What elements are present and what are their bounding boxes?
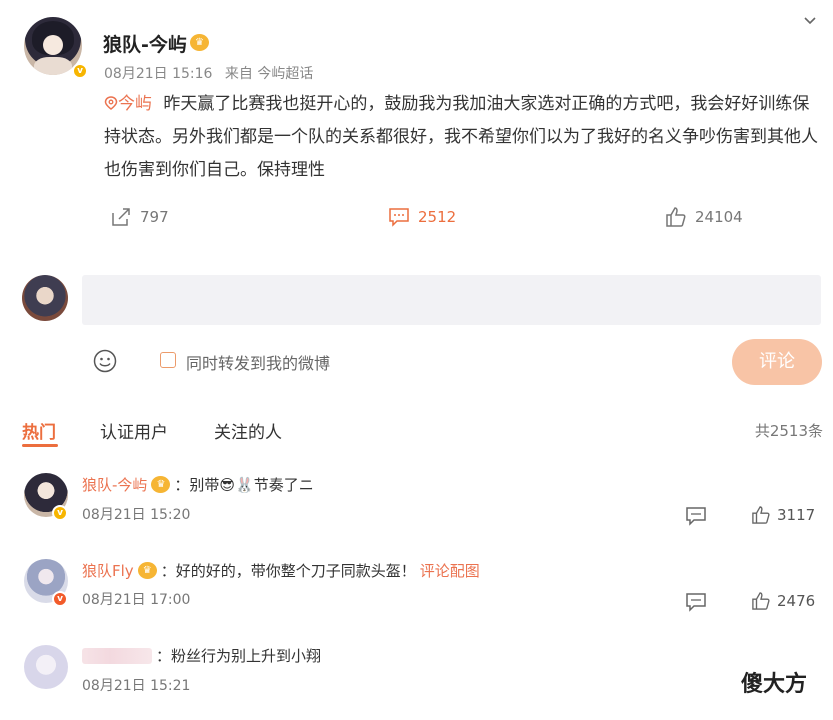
topic-icon bbox=[104, 96, 118, 110]
comment-like-button[interactable]: 2476 bbox=[751, 592, 815, 610]
comment-line: 狼队Fly ♛ ：好的好的，带你整个刀子同款头盔！ 评论配图 bbox=[82, 560, 480, 581]
active-tab-indicator bbox=[22, 444, 58, 447]
repost-icon bbox=[112, 208, 130, 226]
post-time[interactable]: 08月21日 15:16 bbox=[104, 66, 212, 82]
reply-icon[interactable] bbox=[685, 592, 707, 612]
author-name[interactable]: 狼队-今屿 bbox=[103, 30, 187, 57]
like-count: 24104 bbox=[695, 208, 743, 226]
thumbs-up-icon bbox=[752, 592, 770, 610]
comment-text: ：好的好的，带你整个刀子同款头盔！ bbox=[160, 562, 416, 580]
blurred-commenter-name[interactable] bbox=[82, 647, 152, 664]
commenter-name[interactable]: 狼队Fly bbox=[82, 560, 134, 581]
repost-count: 797 bbox=[140, 208, 169, 226]
post-meta: 08月21日 15:16 来自 今屿超话 bbox=[104, 63, 313, 83]
commenter-avatar[interactable] bbox=[24, 645, 68, 689]
comment-total: 共2513条 bbox=[754, 422, 823, 440]
comment-like-count: 2476 bbox=[777, 592, 816, 610]
comment-count: 2512 bbox=[418, 208, 457, 226]
comment-like-count: 3117 bbox=[777, 506, 816, 524]
tab-hot[interactable]: 热门 bbox=[22, 418, 56, 443]
comment-input[interactable] bbox=[82, 275, 821, 325]
crown-badge-icon: ♛ bbox=[151, 476, 171, 493]
comment-time: 08月21日 15:20 bbox=[82, 507, 191, 523]
submit-comment-button[interactable]: 评论 bbox=[732, 339, 822, 385]
post-source[interactable]: 来自 今屿超话 bbox=[225, 66, 313, 82]
comment-line: ：粉丝行为别上升到小翔 bbox=[82, 645, 321, 666]
watermark-text: 傻大方 bbox=[740, 672, 807, 697]
post-content: 今屿 昨天赢了比赛我也挺开心的，鼓励我为我加油大家选对正确的方式吧，我会好好训练… bbox=[104, 88, 819, 187]
comment-time: 08月21日 17:00 bbox=[82, 592, 191, 608]
verified-badge-icon: v bbox=[52, 591, 68, 607]
repost-button[interactable]: 797 bbox=[110, 207, 169, 227]
repost-checkbox-label[interactable]: 同时转发到我的微博 bbox=[186, 350, 330, 374]
verified-badge-icon: v bbox=[52, 505, 68, 521]
crown-badge-icon: ♛ bbox=[190, 34, 209, 51]
comment-like-button[interactable]: 3117 bbox=[751, 506, 815, 524]
chevron-down-icon[interactable] bbox=[803, 14, 817, 28]
tab-following[interactable]: 关注的人 bbox=[214, 418, 282, 443]
like-button[interactable]: 24104 bbox=[665, 207, 743, 227]
comment-image-link[interactable]: 评论配图 bbox=[420, 560, 480, 581]
post-text: 昨天赢了比赛我也挺开心的，鼓励我为我加油大家选对正确的方式吧，我会好好训练保持状… bbox=[104, 94, 818, 180]
reply-icon[interactable] bbox=[685, 506, 707, 526]
comment-time: 08月21日 15:21 bbox=[82, 678, 191, 694]
topic-link[interactable]: 今屿 bbox=[104, 94, 152, 114]
comment-text: ：粉丝行为别上升到小翔 bbox=[156, 647, 322, 665]
thumbs-up-icon bbox=[752, 506, 770, 524]
comment-button[interactable]: 2512 bbox=[388, 207, 456, 227]
comment-line: 狼队-今屿 ♛ ：别带😎🐰节奏了ニ bbox=[82, 474, 314, 495]
emoji-icon[interactable] bbox=[93, 349, 117, 373]
thumbs-up-icon bbox=[666, 207, 686, 227]
crown-badge-icon: ♛ bbox=[137, 562, 157, 579]
repost-checkbox[interactable] bbox=[160, 352, 176, 368]
current-user-avatar[interactable] bbox=[22, 275, 68, 321]
comment-icon bbox=[389, 208, 409, 227]
commenter-name[interactable]: 狼队-今屿 bbox=[82, 474, 147, 495]
comment-text: ：别带😎🐰节奏了ニ bbox=[174, 476, 314, 494]
verified-badge-icon: v bbox=[72, 63, 88, 79]
tab-verified-users[interactable]: 认证用户 bbox=[100, 418, 168, 443]
